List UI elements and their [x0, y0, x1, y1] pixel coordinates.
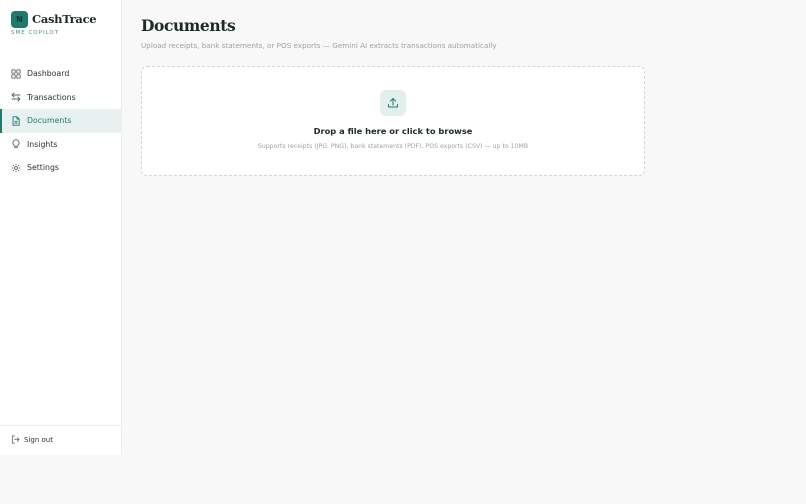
file-dropzone[interactable]: Drop a file here or click to browse Supp… [141, 66, 645, 176]
sidebar-footer: Sign out [0, 425, 122, 455]
brand-name: CashTrace [32, 12, 97, 26]
lightbulb-icon [11, 139, 21, 149]
sidebar-item-label: Documents [27, 116, 72, 126]
grid-icon [11, 69, 21, 79]
sign-out-icon [11, 435, 20, 444]
sidebar-item-label: Settings [27, 163, 59, 173]
sidebar-item-label: Transactions [27, 92, 76, 102]
sidebar-nav: Dashboard Transactions Documents Insight… [0, 62, 122, 180]
sign-out-button[interactable]: Sign out [11, 435, 53, 444]
sidebar-item-documents[interactable]: Documents [0, 109, 122, 133]
sidebar-item-settings[interactable]: Settings [0, 156, 122, 180]
brand-tagline: SME COPILOT [11, 30, 60, 36]
upload-icon [380, 90, 406, 116]
dropzone-hint: Supports receipts (JPG, PNG), bank state… [257, 143, 529, 150]
dropzone-title: Drop a file here or click to browse [313, 126, 473, 136]
gear-icon [11, 163, 21, 173]
page-subtitle: Upload receipts, bank statements, or POS… [141, 41, 497, 50]
page-title: Documents [141, 16, 236, 35]
sign-out-label: Sign out [24, 435, 53, 444]
arrows-swap-icon [11, 92, 21, 102]
document-icon [11, 116, 21, 126]
sidebar-item-label: Dashboard [27, 69, 70, 79]
sidebar-item-label: Insights [27, 139, 58, 149]
logo-icon: N [11, 11, 28, 28]
sidebar-item-dashboard[interactable]: Dashboard [0, 62, 122, 86]
sidebar: N CashTrace SME COPILOT Dashboard Transa… [0, 0, 122, 455]
sidebar-item-insights[interactable]: Insights [0, 133, 122, 157]
sidebar-item-transactions[interactable]: Transactions [0, 86, 122, 110]
